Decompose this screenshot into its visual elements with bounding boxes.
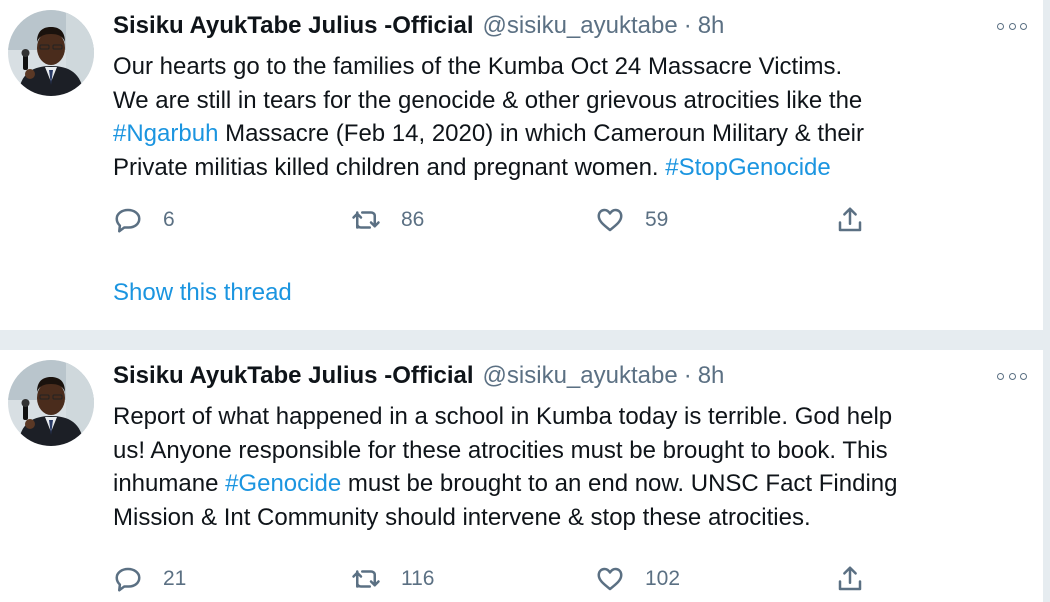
tweet-2[interactable]: Sisiku AyukTabe Julius -Official @sisiku… (0, 350, 1043, 602)
share-icon (838, 207, 862, 232)
tweet-header: Sisiku AyukTabe Julius -Official @sisiku… (113, 362, 724, 394)
more-dot-icon (1008, 22, 1016, 30)
avatar[interactable] (8, 10, 94, 96)
more-dot-icon (997, 22, 1004, 30)
tweet-text: Our hearts go to the families of the Kum… (113, 50, 1013, 184)
tweet-text: Report of what happened in a school in K… (113, 400, 1013, 534)
tweet-header: Sisiku AyukTabe Julius -Official @sisiku… (113, 12, 724, 44)
retweet-icon (352, 211, 380, 229)
retweet-count: 116 (401, 567, 435, 590)
text-segment: Private militias killed children and pre… (113, 153, 666, 181)
reply-button[interactable]: 6 (113, 202, 175, 238)
header-separator: · (683, 12, 692, 39)
more-dot-icon (1020, 372, 1027, 380)
tweet-text-line: #Ngarbuh Massacre (Feb 14, 2020) in whic… (113, 117, 1013, 151)
more-dot-icon (1020, 22, 1027, 30)
hashtag-link[interactable]: #Genocide (225, 470, 341, 497)
reply-count: 21 (163, 567, 187, 590)
retweet-button[interactable]: 116 (351, 561, 434, 597)
author-name[interactable]: Sisiku AyukTabe Julius -Official (113, 362, 474, 390)
tweet-actions: 6 86 59 (113, 202, 873, 238)
heart-icon (597, 208, 623, 232)
text-segment: Report of what happened in a school in K… (113, 403, 893, 430)
like-button[interactable]: 102 (595, 561, 680, 597)
show-thread-link[interactable]: Show this thread (113, 279, 292, 307)
text-segment: us! Anyone responsible for these atrocit… (113, 436, 888, 464)
reply-count: 6 (163, 208, 175, 231)
header-separator: · (683, 362, 692, 389)
more-dot-icon (1008, 372, 1016, 380)
tweet-text-line: Report of what happened in a school in K… (113, 400, 1013, 434)
text-segment: inhumane (113, 470, 226, 497)
text-segment: Our hearts go to the families of the Kum… (113, 53, 843, 80)
author-handle[interactable]: @sisiku_ayuktabe (483, 362, 678, 390)
more-options-button[interactable] (997, 366, 1027, 386)
tweet-text-line: us! Anyone responsible for these atrocit… (113, 434, 1013, 468)
tweet-text-line: We are still in tears for the genocide &… (113, 84, 1013, 118)
like-button[interactable]: 59 (595, 202, 668, 238)
avatar-image (8, 10, 94, 96)
heart-icon (597, 567, 623, 591)
tweet-actions: 21 116 102 (113, 561, 873, 597)
tweet-divider (0, 330, 1043, 350)
hashtag-link[interactable]: #Ngarbuh (113, 120, 218, 147)
retweet-count: 86 (401, 208, 425, 231)
scrollbar-track[interactable] (1043, 0, 1050, 602)
tweet-text-line: Mission & Int Community should intervene… (113, 501, 1013, 535)
like-count: 59 (645, 208, 669, 231)
tweet-text-line: Private militias killed children and pre… (113, 151, 1013, 185)
retweet-button[interactable]: 86 (351, 202, 424, 238)
author-name[interactable]: Sisiku AyukTabe Julius -Official (113, 12, 474, 40)
reply-icon (115, 567, 141, 592)
more-options-button[interactable] (997, 16, 1027, 36)
text-segment: Mission & Int Community should intervene… (113, 503, 811, 531)
tweet-text-line: Our hearts go to the families of the Kum… (113, 50, 1013, 84)
text-segment: must be brought to an end now. UNSC Fact… (341, 470, 898, 497)
avatar-image (8, 360, 94, 446)
author-handle[interactable]: @sisiku_ayuktabe (483, 12, 678, 40)
retweet-icon (352, 570, 380, 588)
share-button[interactable] (835, 561, 865, 597)
tweet-timestamp[interactable]: 8h (698, 12, 725, 40)
tweet-1[interactable]: Sisiku AyukTabe Julius -Official @sisiku… (0, 0, 1043, 330)
share-icon (838, 566, 862, 591)
reply-icon (115, 208, 141, 233)
like-count: 102 (645, 567, 681, 590)
reply-button[interactable]: 21 (113, 561, 186, 597)
hashtag-link[interactable]: #StopGenocide (665, 154, 830, 181)
share-button[interactable] (835, 202, 865, 238)
tweet-timestamp[interactable]: 8h (698, 362, 725, 390)
text-segment: Massacre (Feb 14, 2020) in which Camerou… (218, 120, 865, 147)
text-segment: We are still in tears for the genocide &… (113, 86, 863, 114)
avatar[interactable] (8, 360, 94, 446)
tweet-text-line: inhumane #Genocide must be brought to an… (113, 467, 1013, 501)
more-dot-icon (997, 372, 1004, 380)
